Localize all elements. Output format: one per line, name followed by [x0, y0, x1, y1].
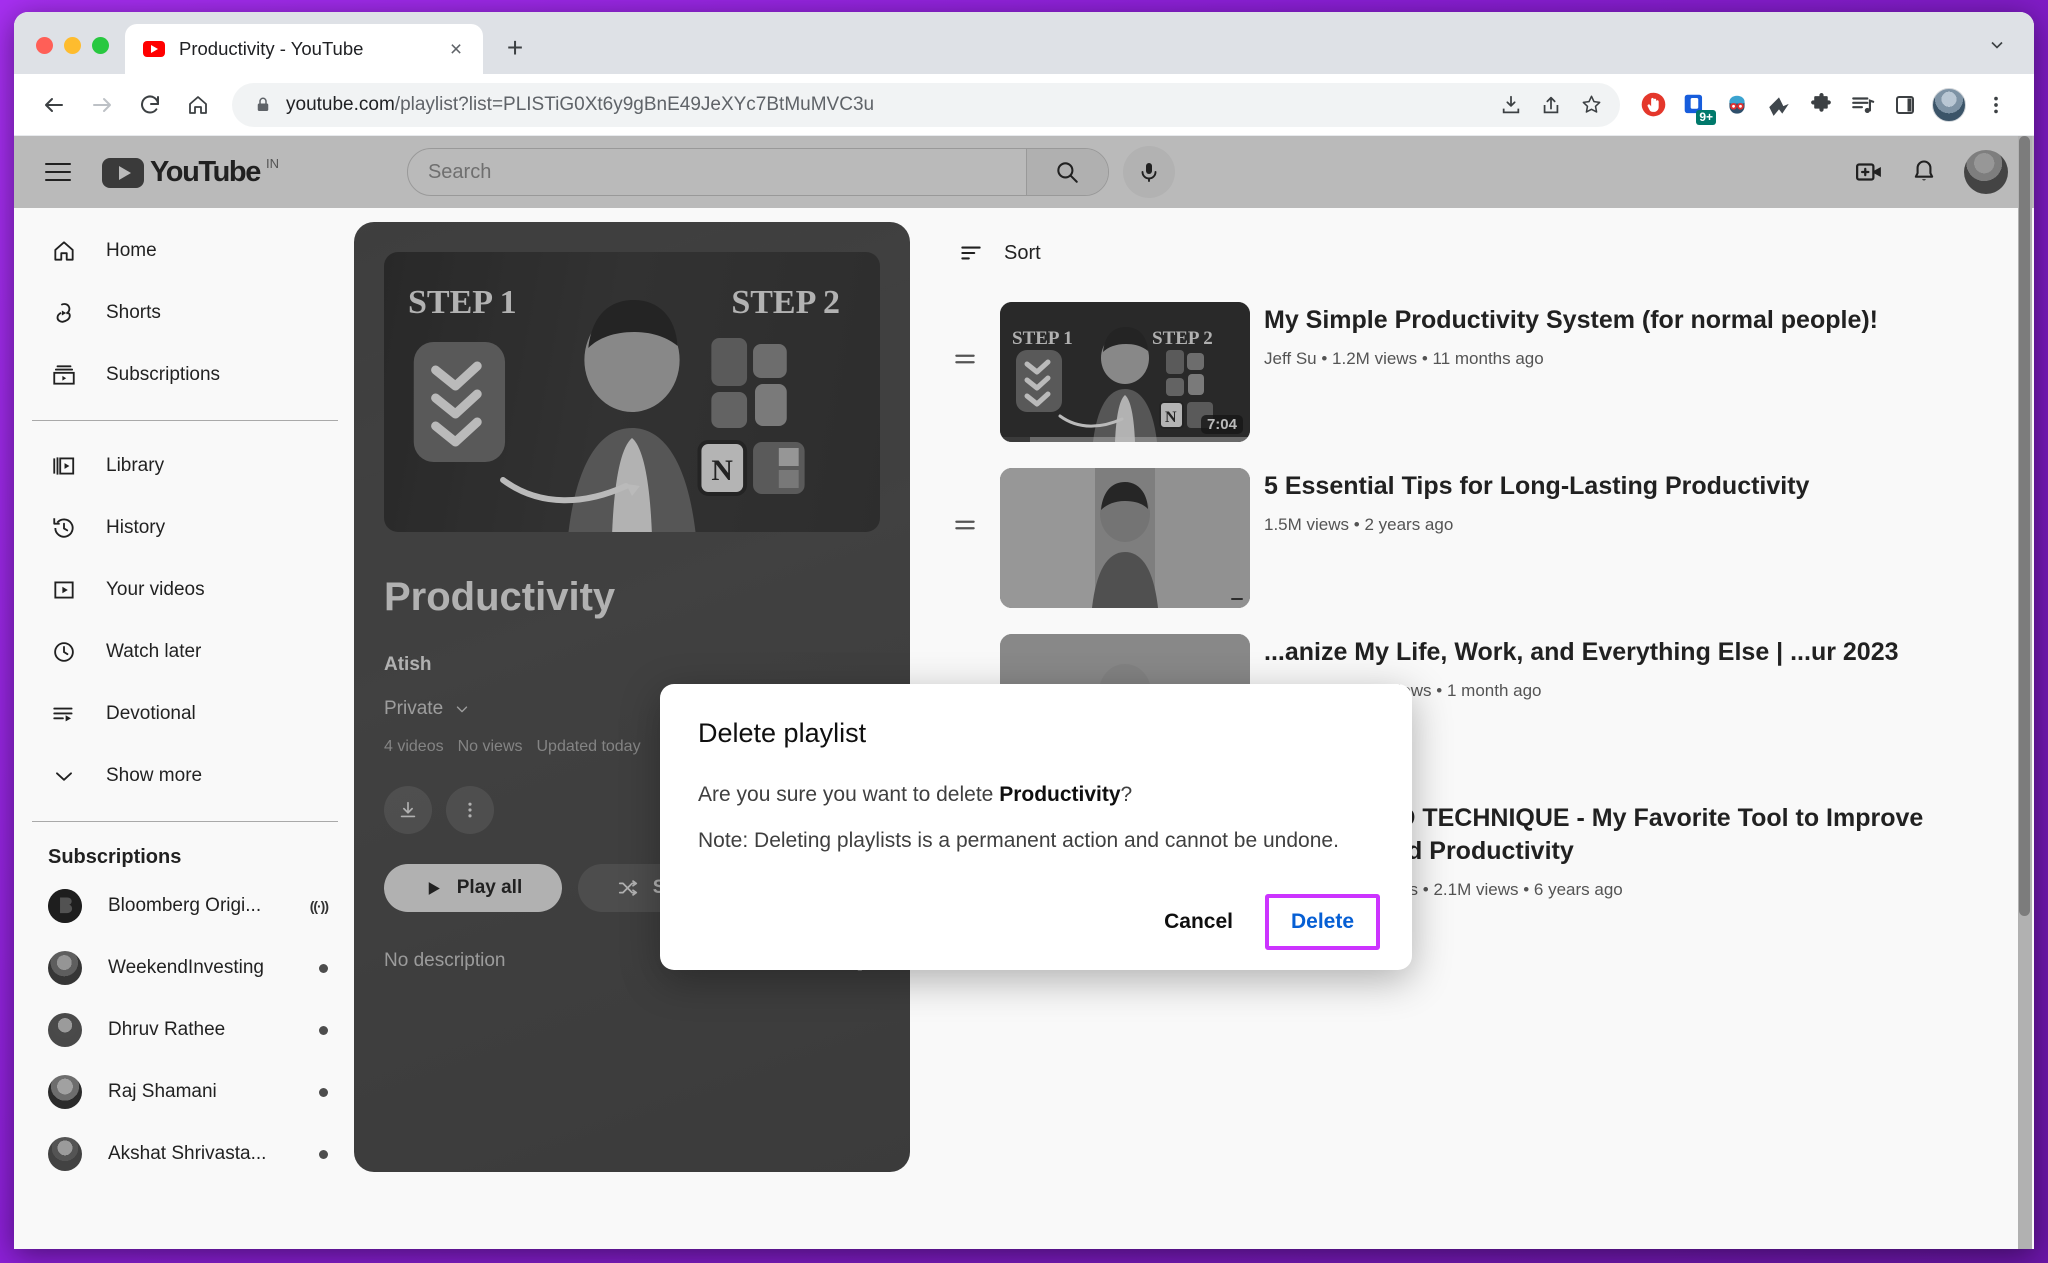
confirm-playlist-name: Productivity	[999, 783, 1121, 806]
privacy-badger-icon[interactable]	[1718, 86, 1756, 124]
delete-playlist-dialog: Delete playlist Are you sure you want to…	[660, 684, 1412, 970]
screenshot-frame: Productivity - YouTube × + youtube.com/p…	[0, 0, 2048, 1263]
url-host: youtube.com	[286, 93, 395, 115]
side-panel-icon[interactable]	[1886, 86, 1924, 124]
bitwarden-icon[interactable]: 9+	[1676, 86, 1716, 125]
dialog-note-text: Note: Deleting playlists is a permanent …	[698, 829, 1339, 852]
chrome-profile-avatar[interactable]	[1932, 87, 1966, 122]
youtube-page: YouTube IN Search Home Shorts Subscripti…	[14, 136, 2034, 1249]
back-arrow-icon[interactable]	[32, 83, 76, 127]
three-dot-menu-icon[interactable]	[1974, 83, 2018, 127]
minimize-window-button[interactable]	[64, 37, 81, 54]
cancel-button[interactable]: Cancel	[1142, 898, 1255, 946]
confirm-prefix: Are you sure you want to delete	[698, 783, 1000, 806]
reload-icon[interactable]	[128, 83, 172, 127]
home-icon[interactable]	[176, 83, 220, 127]
maximize-window-button[interactable]	[92, 37, 109, 54]
omnibox-action-icons	[1492, 86, 1610, 124]
chevron-down-icon[interactable]	[1974, 22, 2020, 68]
dialog-title: Delete playlist	[698, 718, 867, 748]
address-bar[interactable]: youtube.com/playlist?list=PLISTiG0Xt6y9g…	[232, 82, 1620, 127]
confirm-suffix: ?	[1120, 783, 1133, 806]
browser-window: Productivity - YouTube × + youtube.com/p…	[14, 12, 2034, 1249]
lock-icon	[257, 97, 269, 111]
delete-button[interactable]: Delete	[1275, 901, 1370, 943]
ghostery-icon[interactable]	[1760, 86, 1798, 124]
new-tab-button[interactable]: +	[493, 26, 537, 70]
extension-badge-count: 9+	[1696, 109, 1716, 125]
close-window-button[interactable]	[36, 37, 53, 54]
forward-arrow-icon[interactable]	[80, 83, 124, 127]
browser-toolbar: youtube.com/playlist?list=PLISTiG0Xt6y9g…	[14, 74, 2034, 136]
delete-button-highlight: Delete	[1264, 894, 1380, 950]
browser-tab-strip: Productivity - YouTube × +	[14, 12, 2034, 74]
bookmark-star-icon[interactable]	[1572, 86, 1610, 124]
youtube-favicon-icon	[143, 41, 165, 57]
url-text: youtube.com/playlist?list=PLISTiG0Xt6y9g…	[286, 94, 1478, 116]
browser-tab[interactable]: Productivity - YouTube ×	[125, 24, 483, 74]
dialog-actions: Cancel Delete	[698, 894, 1380, 950]
puzzle-extensions-icon[interactable]	[1802, 86, 1840, 124]
tab-title: Productivity - YouTube	[179, 38, 364, 59]
close-icon[interactable]: ×	[443, 36, 469, 62]
playlist-music-icon[interactable]	[1844, 86, 1882, 124]
dialog-confirm-text: Are you sure you want to delete Producti…	[698, 783, 1380, 807]
download-icon[interactable]	[1492, 86, 1530, 124]
url-path: /playlist?list=PLISTiG0Xt6y9gBnE49JeXYc7…	[394, 93, 875, 115]
share-icon[interactable]	[1532, 86, 1570, 124]
window-traffic-lights	[14, 37, 125, 74]
adblock-icon[interactable]	[1634, 86, 1672, 124]
